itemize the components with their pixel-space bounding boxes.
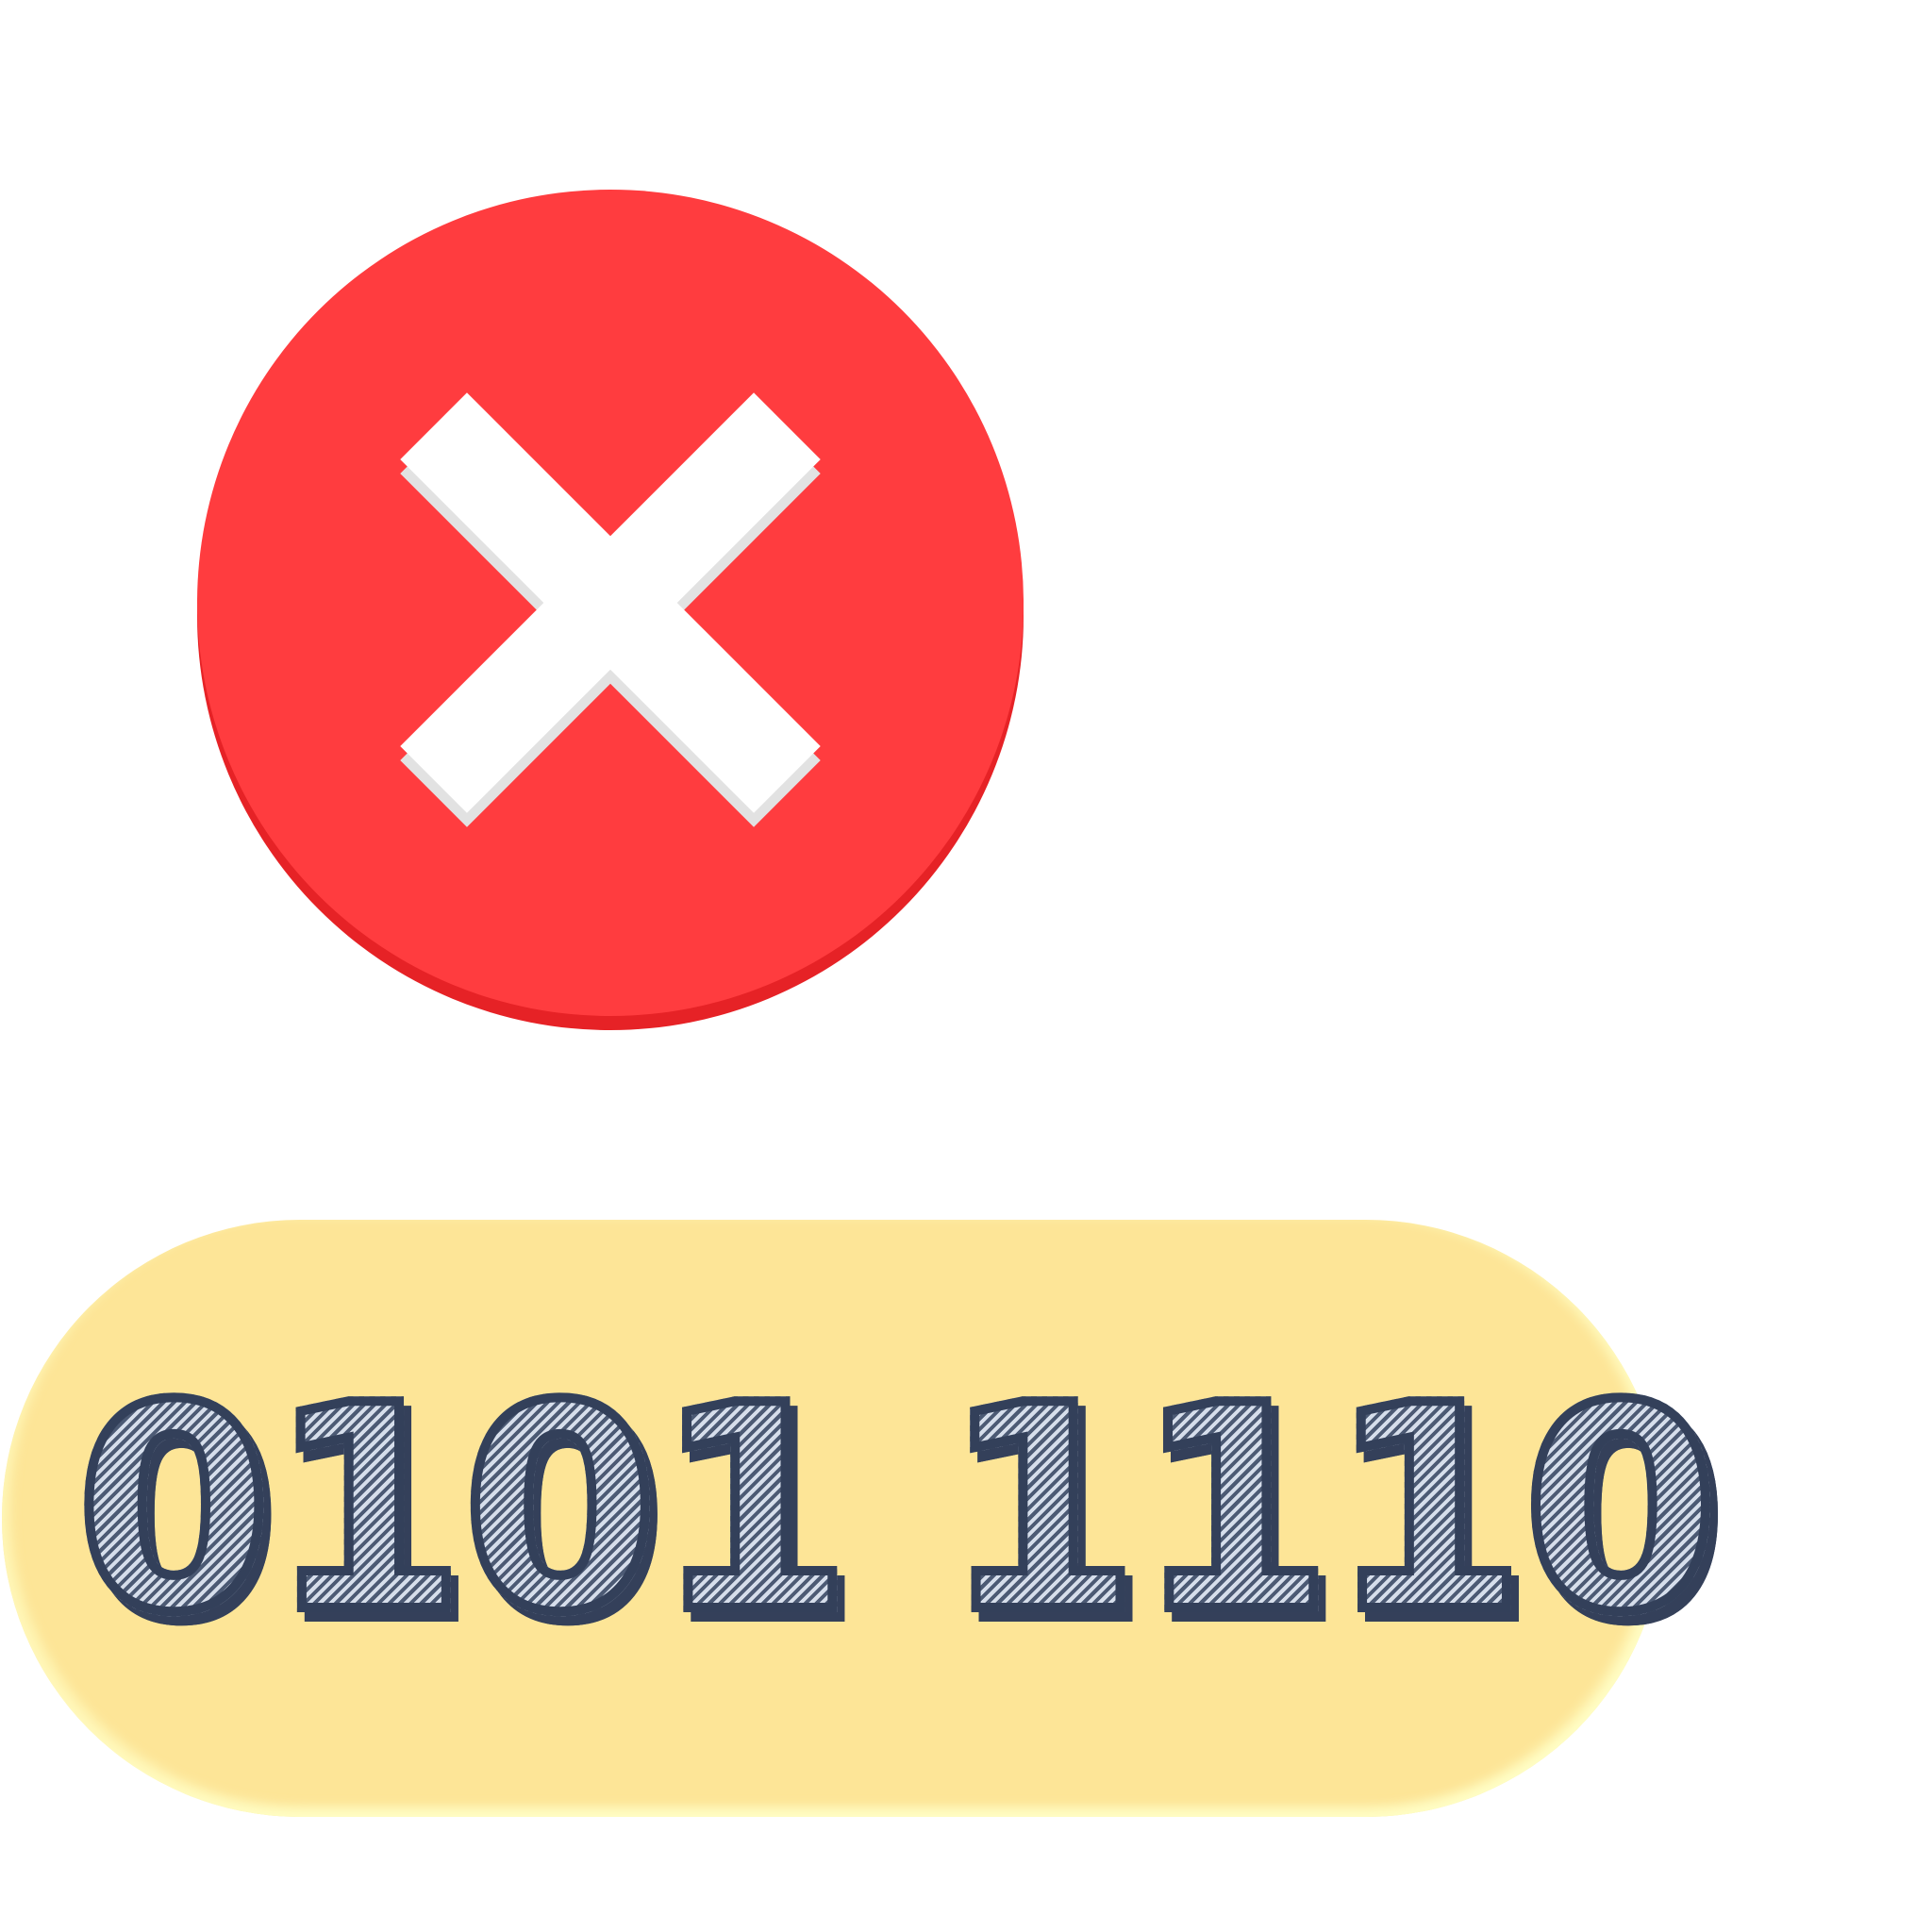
close-button[interactable] <box>197 190 1024 1030</box>
binary-code-text: 0101 1110 <box>71 1344 1724 1674</box>
canvas: 0101 1110 <box>0 0 1932 1932</box>
close-icon <box>197 190 1024 1030</box>
binary-code-display: 0101 1110 <box>2 1220 1724 1817</box>
